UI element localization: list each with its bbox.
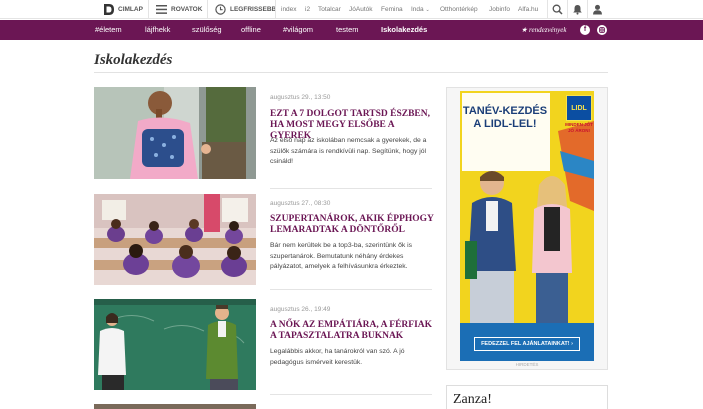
nav-item-iskolakezdes[interactable]: Iskolakezdés	[381, 20, 427, 40]
article-divider	[270, 394, 432, 395]
nav-item-offline[interactable]: offline	[241, 20, 261, 40]
femina-link[interactable]: Femina	[381, 0, 403, 19]
classroom-students-image	[94, 194, 256, 285]
article-thumbnail[interactable]	[94, 194, 256, 285]
clock-icon[interactable]	[215, 4, 226, 15]
ad-slogan: MINDEN JÓT JÓ ÁRON!	[565, 122, 593, 133]
ad-headline: TANÉV-KEZDÉS A LIDL-LEL!	[462, 105, 548, 130]
dívány-logo-icon[interactable]	[103, 3, 115, 16]
cimlap-link[interactable]: CIMLAP	[118, 0, 143, 19]
article-lead: Legalábbis akkor, ha tanárokról van szó.…	[270, 348, 405, 366]
teachers-chalkboard-image	[94, 299, 256, 390]
otthonterkep-link[interactable]: Otthontérkép	[440, 0, 478, 19]
nav-item-eletem[interactable]: #életem	[95, 20, 122, 40]
menu-icon[interactable]	[156, 5, 167, 14]
article-lead: Az első nap az iskolában nemcsak a gyere…	[270, 137, 427, 165]
lidl-ad-banner[interactable]: TANÉV-KEZDÉS A LIDL-LEL! LIDL MINDEN JÓT…	[460, 91, 594, 361]
inda-link[interactable]: Inda ⌄	[411, 0, 430, 19]
search-icon[interactable]	[552, 4, 563, 15]
page-title: Iskolakezdés	[94, 52, 173, 68]
chevron-down-icon: ⌄	[425, 7, 430, 13]
lidl-logo: LIDL	[566, 95, 592, 121]
zanza-title[interactable]: Zanza!	[453, 392, 492, 408]
nav-item-vilagom[interactable]: #világom	[283, 20, 313, 40]
article-date: augusztus 29., 13:50	[270, 94, 331, 101]
bell-icon[interactable]	[572, 4, 583, 15]
article-thumbnail[interactable]	[94, 299, 256, 390]
instagram-icon[interactable]	[597, 25, 607, 35]
nav-item-lajfhekk[interactable]: lájfhekk	[145, 20, 170, 40]
article-lead: Bár nem kerültek be a top3-ba, szerintün…	[270, 242, 413, 270]
title-divider	[94, 72, 608, 73]
ad-cta-button[interactable]: FEDEZZEL FEL AJÁNLATAINKAT! ›	[474, 337, 580, 351]
totalcar-link[interactable]: Totalcar	[318, 0, 341, 19]
jobinfo-link[interactable]: Jobinfo	[489, 0, 510, 19]
article-thumbnail[interactable]	[94, 404, 256, 409]
user-icon[interactable]	[592, 4, 603, 15]
article-title-link[interactable]: Szupertanárok, akik épphogy lemaradtak a…	[270, 214, 435, 236]
alfa-link[interactable]: Alfa.hu	[518, 0, 538, 19]
article-thumbnail[interactable]	[94, 87, 256, 179]
article-divider	[270, 188, 432, 189]
i2-link[interactable]: i2	[305, 0, 310, 19]
index-link[interactable]: index	[281, 0, 297, 19]
top-bar: CIMLAP ROVATOK LEGFRISSEBB index i2 Tota…	[0, 0, 703, 19]
schoolgirl-with-parent-image	[94, 87, 256, 179]
article-date: augusztus 27., 08:30	[270, 200, 331, 207]
joautok-link[interactable]: JóAutók	[349, 0, 373, 19]
article-title-link[interactable]: A nők az empátiára, a férfiak a tapaszta…	[270, 320, 435, 342]
article-divider	[270, 289, 432, 290]
inda-label: Inda	[411, 6, 424, 13]
article-date: augusztus 26., 19:49	[270, 306, 331, 313]
legfrissebb-link[interactable]: LEGFRISSEBB	[230, 0, 276, 19]
ad-label: HIRDETÉS	[515, 362, 539, 367]
nav-item-testem[interactable]: testem	[336, 20, 359, 40]
section-nav: #életem lájfhekk szülőség offline #világ…	[0, 20, 703, 40]
facebook-icon[interactable]: f	[580, 25, 590, 35]
rovatok-link[interactable]: ROVATOK	[171, 0, 202, 19]
nav-item-szuloseg[interactable]: szülőség	[192, 20, 222, 40]
rendezvenyek-link[interactable]: ★ rendezvények	[521, 20, 566, 40]
